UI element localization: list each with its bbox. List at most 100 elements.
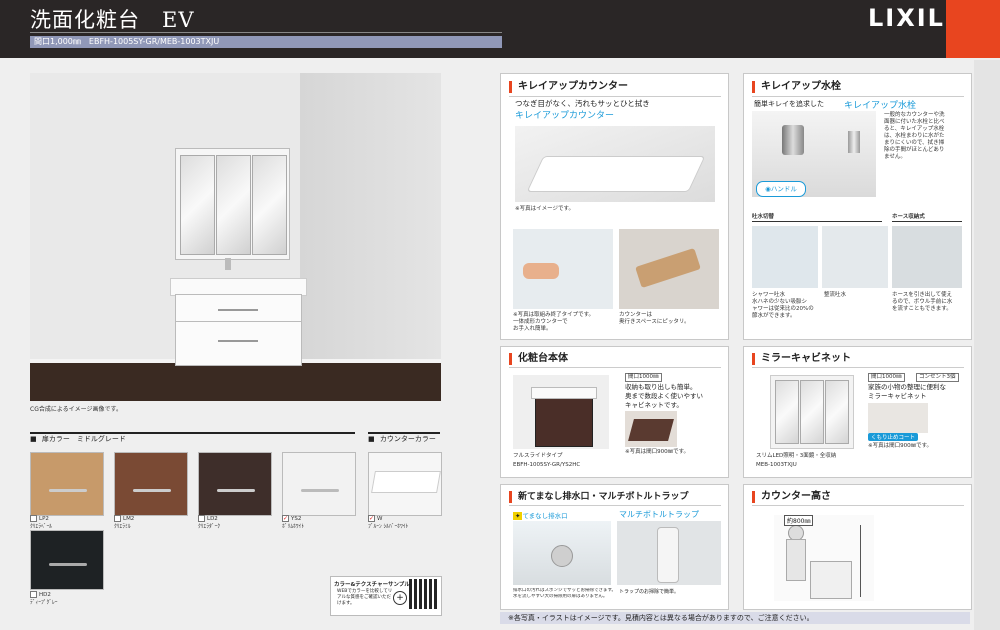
vanity-drawer-image <box>513 375 609 449</box>
product-photo <box>30 73 441 401</box>
vanity-cabinet-image <box>175 294 302 366</box>
swatch-counter-w[interactable] <box>368 452 442 516</box>
swatch-label: ✓ YS2 ﾎﾞﾘﾑﾎﾜｲﾄ <box>282 515 305 530</box>
swatch-lm2[interactable] <box>114 452 188 516</box>
footer-note: ※各写真・イラストはイメージです。見積内容とは異なる場合がありますので、ご注意く… <box>500 612 970 624</box>
door-color-heading: ■ 扉カラー ミドルグレード <box>30 432 355 444</box>
texture-sample-box[interactable]: カラー&テクスチャーサンプル WEBでカラーを比較してリアルな質感をご確認いただ… <box>330 576 442 616</box>
desc-line: キャビネットです。 <box>625 401 683 409</box>
sample-text: WEBでカラーを比較してリアルな質感をご確認いただけます。 <box>337 589 393 606</box>
swatch-ld2[interactable] <box>198 452 272 516</box>
caption-line: を流すこともできます。 <box>892 306 952 312</box>
drawer-handle <box>218 340 258 342</box>
checkbox[interactable] <box>198 515 205 522</box>
drawer-detail-image <box>625 411 677 447</box>
desc-line: 奥まで数段よく使いやすい <box>625 392 703 400</box>
desc-line: ると、キレイアップ水栓 <box>884 126 945 132</box>
brown-cabinet-image <box>535 395 593 447</box>
desc-line: 収納も取り出しも簡単。 <box>625 383 697 391</box>
mirror-shelf-image <box>868 403 928 433</box>
photo-side-wall <box>300 73 441 363</box>
counter-caption-1: ※写真は取組み終了タイプです。 一体成形カウンターで お手入れ簡単。 <box>513 312 615 333</box>
panel-drain-trap: 新てまなし排水口・マルチボトルトラップ ✦ てまなし排水口 マルチボトルトラップ … <box>500 484 729 610</box>
outlet-badge: コンセント3個 <box>916 373 959 382</box>
drain-brand: ✦ てまなし排水口 <box>513 510 568 520</box>
sub-heading-switch: 吐水切替 <box>752 214 882 222</box>
panel-mirror-cabinet: ミラーキャビネット 間口1000㎜ コンセント3個 家族の小物の整理に便利な ミ… <box>743 346 972 478</box>
faucet-compare-image <box>848 131 860 153</box>
spec-badge: 間口1000㎜ <box>625 373 662 382</box>
right-margin-strip <box>974 60 1000 630</box>
swatch-lp2[interactable] <box>30 452 104 516</box>
mirror-model: MEB-1003TXJU <box>756 462 797 468</box>
drain-caption: 排水口の汚れはスポンジでサッとお掃除できます。 水を流しやすい大の掃除用の扉はあ… <box>513 588 613 600</box>
trap-brand: マルチボトルトラップ <box>619 510 699 519</box>
swatch-label: LP2 ｸﾘｴﾗﾍﾞｰﾙ <box>30 515 53 530</box>
person-body-icon <box>786 539 806 581</box>
panel-divider <box>509 505 721 506</box>
desc-line: 面器に付いた水栓と比べ <box>884 119 945 125</box>
drawer-split <box>176 321 301 322</box>
lixil-logo: LIXIL <box>868 4 945 32</box>
mirror-panel <box>775 380 799 444</box>
mirror-note: ※写真は間口900㎜です。 <box>868 443 933 449</box>
drawer-handle <box>218 309 258 311</box>
panel-divider <box>509 367 721 368</box>
hand-image <box>523 263 559 279</box>
dimension-line <box>860 525 861 597</box>
header-divider <box>30 32 502 33</box>
handle-bar <box>301 489 339 492</box>
swatch-ys2[interactable] <box>282 452 356 516</box>
mirror-description: 家族の小物の整理に便利な ミラーキャビネット <box>868 383 946 401</box>
panel-divider <box>752 505 964 506</box>
image-note: ※写真はイメージです。 <box>515 206 574 212</box>
desc-line: 家族の小物の整理に便利な <box>868 383 946 391</box>
mirror-panel <box>825 380 849 444</box>
caption-line: お手入れ簡単。 <box>513 326 552 332</box>
handle-badge: ◉ハンドル <box>756 181 806 197</box>
bottle-trap-image <box>617 521 721 585</box>
checkbox[interactable] <box>30 591 37 598</box>
handle-bar <box>133 489 171 492</box>
caption-line: カウンターは <box>619 312 653 318</box>
checkbox[interactable] <box>114 515 121 522</box>
panel-title: キレイアップ水栓 <box>752 81 841 93</box>
checked-checkbox[interactable]: ✓ <box>282 515 289 522</box>
slide-type: フルスライドタイプ <box>513 453 563 459</box>
caption-line: るので、ボウル手前に水 <box>892 299 953 305</box>
checked-checkbox[interactable]: ✓ <box>368 515 375 522</box>
swatch-hd2[interactable] <box>30 530 104 590</box>
counter-image <box>515 126 715 202</box>
mirror-type: スリムLED照明・3面鏡・全収納 <box>756 453 837 459</box>
checkbox[interactable] <box>30 515 37 522</box>
faucet-image <box>225 258 231 270</box>
handle-bar <box>49 563 87 566</box>
body-note: ※写真は間口900㎜です。 <box>625 449 690 455</box>
trap-caption: トラップのお掃除で簡単。 <box>619 589 680 595</box>
qr-code-icon[interactable] <box>409 579 439 609</box>
panel-title: 新てまなし排水口・マルチボトルトラップ <box>509 491 689 503</box>
panel-title: キレイアップカウンター <box>509 81 628 93</box>
accent-block <box>946 0 1000 58</box>
panel-vanity-body: 化粧台本体 間口1000㎜ 収納も取り出しも簡単。 奥まで数段よく使いやすい キ… <box>500 346 729 478</box>
caption-line: 一体成形カウンターで <box>513 319 568 325</box>
panel-title: カウンター高さ <box>752 491 831 503</box>
zoom-icon: + <box>393 591 407 605</box>
desc-line: ません。 <box>884 154 906 160</box>
caption-line: 水を流しやすい大の掃除用の扉はありません。 <box>513 594 608 599</box>
pull-out-hose-image <box>892 226 962 288</box>
counter-brand: キレイアップカウンター <box>515 111 615 121</box>
caption-line: 奥行きスペースにピッタリ。 <box>619 319 690 325</box>
desc-line: 一般的なカウンターや洗 <box>884 112 945 118</box>
wood-tray-image <box>635 247 701 289</box>
caption-line: ※写真は取組み終了タイプです。 <box>513 312 595 318</box>
sample-title: カラー&テクスチャーサンプル <box>334 582 410 588</box>
body-model: EBFH-1005SY-GR/YS2HC <box>513 462 581 468</box>
trap-pipe-image <box>657 527 679 583</box>
anti-fog-badge: くもり止めコート <box>868 433 919 441</box>
swatch-label: LM2 ｸﾘｴﾗﾐﾙ <box>114 515 135 530</box>
panel-title: 化粧台本体 <box>509 353 568 365</box>
counter-top-image <box>531 387 597 399</box>
faucet-lead: 簡単キレイを追求した <box>754 100 824 108</box>
shower-spray-image <box>752 226 818 288</box>
